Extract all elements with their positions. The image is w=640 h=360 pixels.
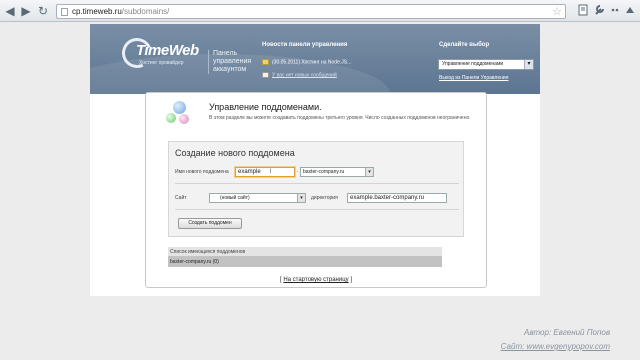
panel-title: Панель управления аккаунтом	[208, 50, 268, 74]
section-select[interactable]: Управление поддоменами ▾	[438, 59, 534, 70]
back-button[interactable]: ◀	[3, 4, 17, 18]
page-description: В этом разделе вы можете создавать поддо…	[209, 115, 471, 121]
directory-input[interactable]: example.baxter-company.ru	[347, 193, 447, 203]
content-card: Управление поддоменами. В этом разделе в…	[145, 92, 487, 288]
divider	[175, 183, 459, 184]
choice-heading: Сделайте выбор	[439, 42, 490, 48]
create-subdomain-button[interactable]: Создать поддомен	[178, 218, 242, 229]
domain-select[interactable]: baxter-company.ru ▾	[300, 167, 374, 177]
author-watermark: Автор: Евгений Попов	[524, 328, 610, 337]
list-heading: Список имеющихся поддоменов	[168, 247, 442, 257]
bookmark-star-icon[interactable]: ☆	[552, 5, 562, 18]
site-wrapper: TimeWeb Хостинг провайдер Панель управле…	[90, 24, 540, 296]
site-select[interactable]: (новый сайт) ▾	[209, 193, 306, 203]
news-icon	[262, 59, 269, 65]
wrench-icon[interactable]	[592, 4, 606, 18]
url-text: cp.timeweb.ru/subdomains/	[72, 7, 170, 16]
page-menu-icon[interactable]	[576, 4, 590, 18]
subdomains-icon	[166, 101, 192, 125]
site-label: Сайт	[175, 195, 187, 201]
reload-button[interactable]: ↻	[36, 4, 50, 18]
news-heading: Новости панели управления	[262, 42, 348, 48]
chevron-down-icon: ▾	[365, 168, 373, 176]
home-link[interactable]: [ На стартовую страницу ]	[146, 277, 486, 283]
dot-separator: .	[297, 168, 299, 174]
address-bar[interactable]: cp.timeweb.ru/subdomains/ ☆	[56, 4, 566, 19]
news-item[interactable]: (30.05.2011) Хостинг на Node.JS...	[262, 59, 351, 68]
site-watermark: Сайт: www.evgenypopov.com	[500, 342, 610, 351]
extension-icon[interactable]	[623, 4, 637, 18]
forward-button[interactable]: ▶	[19, 4, 33, 18]
list-item[interactable]: baxter-company.ru (0)	[168, 257, 442, 267]
subdomain-name-label: Имя нового поддомена	[175, 169, 229, 175]
subdomain-list: Список имеющихся поддоменов baxter-compa…	[168, 247, 442, 267]
divider	[175, 209, 459, 210]
directory-label: директория	[311, 195, 338, 201]
page-icon	[61, 8, 68, 16]
site-header: TimeWeb Хостинг провайдер Панель управле…	[90, 24, 540, 94]
create-subdomain-form: Создание нового поддомена Имя нового под…	[168, 141, 464, 237]
browser-toolbar: ◀ ▶ ↻ cp.timeweb.ru/subdomains/ ☆	[0, 0, 640, 22]
messages-item[interactable]: У вас нет новых сообщений	[262, 72, 337, 81]
chevron-down-icon: ▾	[297, 194, 305, 202]
logo[interactable]: TimeWeb	[136, 42, 199, 59]
chevron-down-icon: ▾	[524, 60, 533, 69]
form-title: Создание нового поддомена	[175, 148, 295, 158]
subdomain-name-input[interactable]: example I	[235, 167, 295, 177]
page-title: Управление поддоменами.	[209, 102, 322, 112]
envelope-icon	[262, 72, 269, 78]
menu-icon[interactable]	[608, 4, 622, 18]
logo-subtitle: Хостинг провайдер	[139, 60, 184, 66]
logout-link[interactable]: Выход из Панели Управления	[439, 75, 508, 81]
page-viewport: TimeWeb Хостинг провайдер Панель управле…	[0, 22, 640, 360]
